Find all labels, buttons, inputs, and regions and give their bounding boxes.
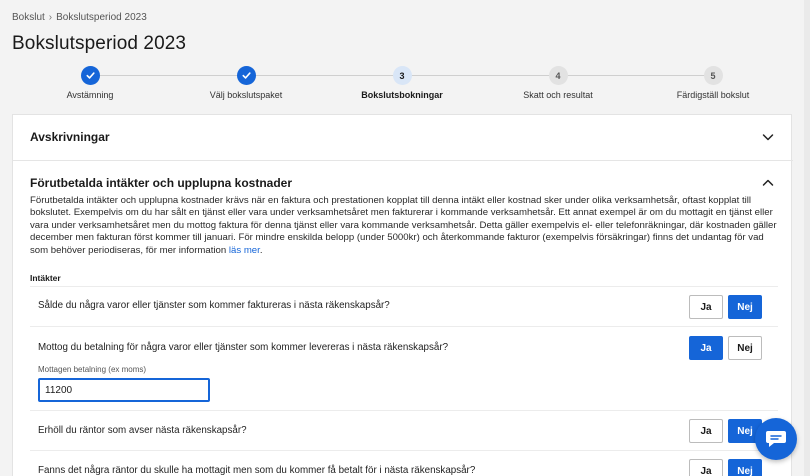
yes-button[interactable]: Ja	[689, 336, 723, 360]
step-5[interactable]: 5 Färdigställ bokslut	[633, 66, 793, 100]
step-1[interactable]: Avstämning	[10, 66, 170, 100]
step-label: Skatt och resultat	[523, 90, 593, 100]
step-2[interactable]: Välj bokslutspaket	[166, 66, 326, 100]
question-text: Erhöll du räntor som avser nästa räkensk…	[38, 425, 247, 436]
received-payment-input[interactable]	[38, 378, 210, 402]
read-more-link[interactable]: läs mer	[229, 245, 260, 256]
question-text: Fanns det några räntor du skulle ha mott…	[38, 465, 476, 476]
step-label: Bokslutsbokningar	[361, 90, 443, 100]
step-number: 3	[392, 66, 412, 85]
section-title: Avskrivningar	[30, 130, 110, 144]
question-text: Sålde du några varor eller tjänster som …	[38, 300, 390, 311]
section-depreciation-header[interactable]: Avskrivningar	[13, 115, 793, 159]
no-button[interactable]: Nej	[728, 459, 762, 476]
step-number: 4	[548, 66, 568, 85]
page-title: Bokslutsperiod 2023	[12, 33, 187, 54]
question-text: Mottog du betalning för några varor elle…	[38, 342, 449, 353]
breadcrumb-root[interactable]: Bokslut	[12, 12, 45, 23]
scrollbar[interactable]	[804, 0, 810, 476]
no-button[interactable]: Nej	[728, 336, 762, 360]
yes-button[interactable]: Ja	[689, 295, 723, 319]
step-label: Välj bokslutspaket	[209, 90, 283, 100]
closing-entries-panel: Avskrivningar Förutbetalda intäkter och …	[12, 114, 793, 476]
step-number: 5	[703, 66, 723, 85]
chat-bubble-icon	[766, 431, 786, 447]
chevron-up-icon	[762, 179, 774, 186]
chat-button[interactable]	[755, 418, 797, 460]
breadcrumb-separator: ›	[48, 12, 53, 23]
subheading-income: Intäkter	[30, 273, 61, 283]
no-button[interactable]: Nej	[728, 295, 762, 319]
step-4[interactable]: 4 Skatt och resultat	[478, 66, 638, 100]
breadcrumb-current: Bokslutsperiod 2023	[56, 12, 147, 23]
progress-stepper: Avstämning Välj bokslutspaket 3 Boksluts…	[0, 64, 804, 104]
received-payment-label: Mottagen betalning (ex moms)	[38, 365, 147, 374]
section-description: Förutbetalda intäkter och upplupna kostn…	[30, 195, 777, 256]
step-label: Färdigställ bokslut	[676, 90, 750, 100]
yes-button[interactable]: Ja	[689, 459, 723, 476]
section-title: Förutbetalda intäkter och upplupna kostn…	[30, 176, 293, 190]
check-icon	[236, 66, 256, 85]
yes-button[interactable]: Ja	[689, 419, 723, 443]
step-3[interactable]: 3 Bokslutsbokningar	[322, 66, 482, 100]
chevron-down-icon	[762, 134, 774, 141]
check-icon	[80, 66, 100, 85]
step-label: Avstämning	[66, 90, 114, 100]
question-row: Sålde du några varor eller tjänster som …	[30, 286, 778, 326]
question-row: Mottog du betalning för några varor elle…	[30, 326, 778, 410]
question-row: Erhöll du räntor som avser nästa räkensk…	[30, 410, 778, 450]
question-row: Fanns det några räntor du skulle ha mott…	[30, 450, 778, 476]
breadcrumb: Bokslut › Bokslutsperiod 2023	[12, 12, 147, 23]
